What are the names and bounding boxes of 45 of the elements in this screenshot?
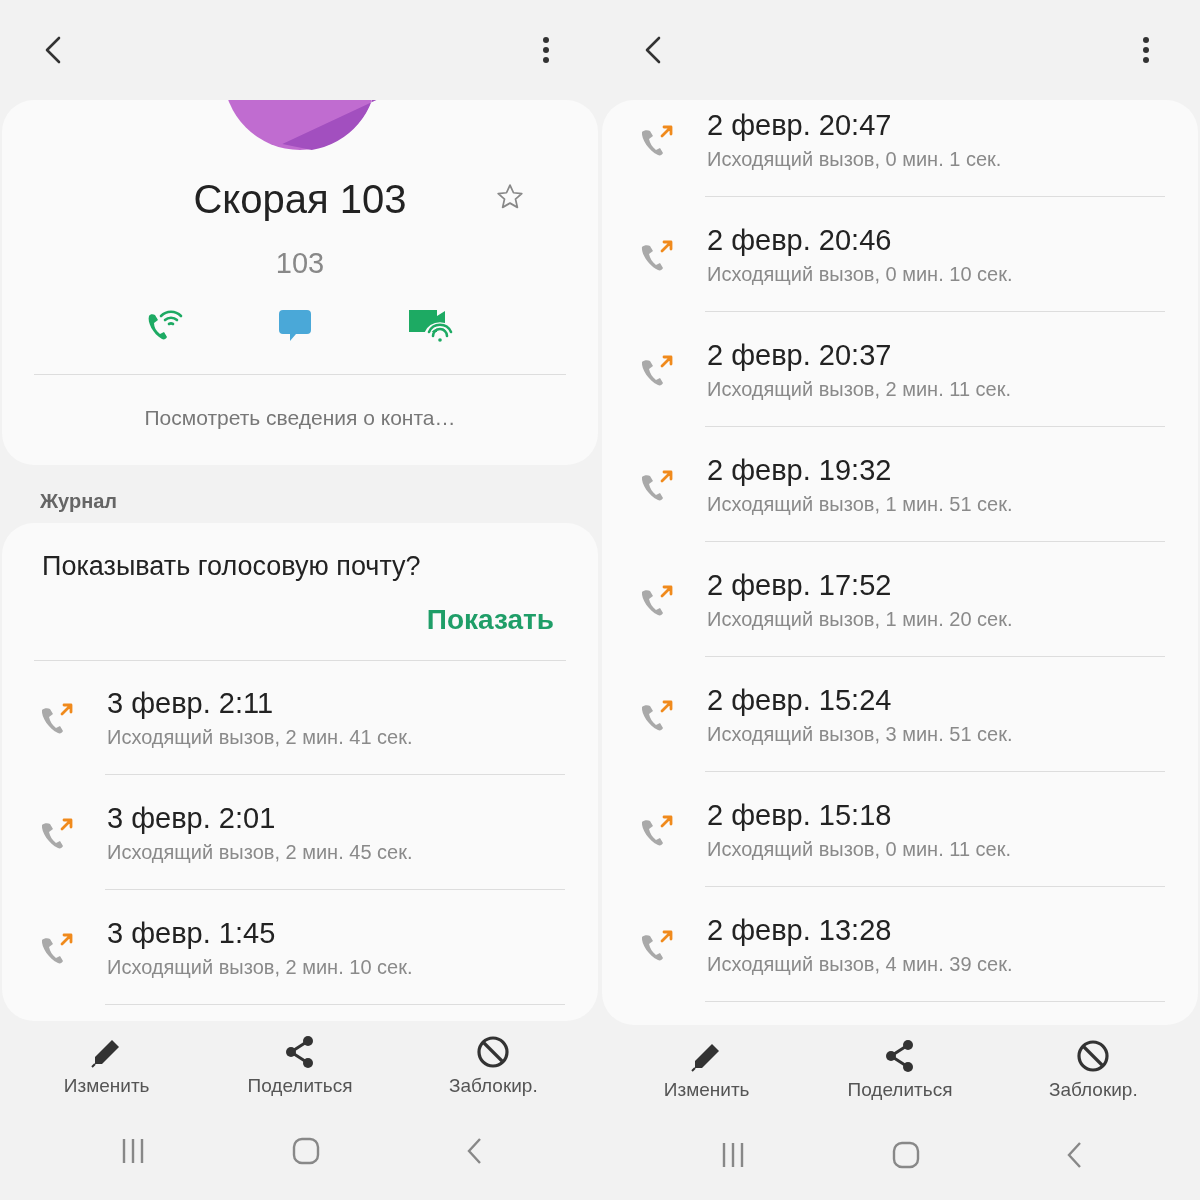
call-detail: Исходящий вызов, 2 мин. 45 сек. (107, 841, 413, 864)
call-detail: Исходящий вызов, 3 мин. 51 сек. (707, 723, 1013, 746)
call-detail: Исходящий вызов, 1 мин. 51 сек. (707, 493, 1013, 516)
home-icon[interactable] (892, 1141, 920, 1169)
edit-button[interactable]: Изменить (10, 1035, 204, 1125)
call-date: 2 февр. 19:32 (707, 454, 893, 487)
call-detail: Исходящий вызов, 0 мин. 1 сек. (707, 148, 1002, 171)
back-icon[interactable] (644, 35, 662, 65)
edit-button[interactable]: Изменить (610, 1039, 804, 1129)
call-date: 2 февр. 15:18 (707, 799, 893, 832)
call-date: 2 февр. 20:37 (707, 339, 893, 372)
call-detail: Исходящий вызов, 4 мин. 39 сек. (707, 953, 1013, 976)
call-date: 3 февр. 2:11 (107, 687, 275, 720)
back-icon[interactable] (44, 35, 62, 65)
more-options-icon[interactable] (1142, 36, 1150, 64)
more-options-icon[interactable] (542, 36, 550, 64)
call-date: 2 февр. 13:28 (707, 914, 893, 947)
block-icon (476, 1035, 511, 1069)
block-button[interactable]: Заблокир. (396, 1035, 590, 1125)
call-date: 2 февр. 20:46 (707, 224, 893, 257)
contact-name: Скорая 103 (193, 177, 407, 221)
home-icon[interactable] (292, 1137, 320, 1165)
call-date: 2 февр. 20:47 (707, 109, 893, 142)
call-date: 2 февр. 15:24 (707, 684, 893, 717)
call-detail: Исходящий вызов, 1 мин. 20 сек. (707, 608, 1013, 631)
call-detail: Исходящий вызов, 0 мин. 11 сек. (707, 838, 1011, 861)
section-label: Журнал (39, 489, 119, 514)
contact-details-link[interactable]: Посмотреть сведения о конта… (144, 406, 456, 430)
call-date: 3 февр. 1:45 (107, 917, 277, 950)
message-icon[interactable] (278, 308, 312, 342)
call-detail: Исходящий вызов, 2 мин. 10 сек. (107, 956, 413, 979)
call-detail: Исходящий вызов, 0 мин. 10 сек. (707, 263, 1013, 286)
share-button[interactable]: Поделиться (803, 1039, 997, 1129)
phone-number: 103 (275, 247, 325, 280)
call-detail: Исходящий вызов, 2 мин. 11 сек. (707, 378, 1011, 401)
block-icon (1076, 1039, 1111, 1073)
call-date: 2 февр. 17:52 (707, 569, 893, 602)
recent-apps-icon[interactable] (720, 1142, 746, 1168)
call-date: 3 февр. 2:01 (107, 802, 277, 835)
recent-apps-icon[interactable] (120, 1138, 146, 1164)
voicemail-prompt: Показывать голосовую почту? (42, 551, 422, 582)
block-button[interactable]: Заблокир. (996, 1039, 1190, 1129)
call-detail: Исходящий вызов, 2 мин. 41 сек. (107, 726, 413, 749)
share-button[interactable]: Поделиться (203, 1035, 397, 1125)
video-call-icon[interactable] (406, 308, 455, 342)
